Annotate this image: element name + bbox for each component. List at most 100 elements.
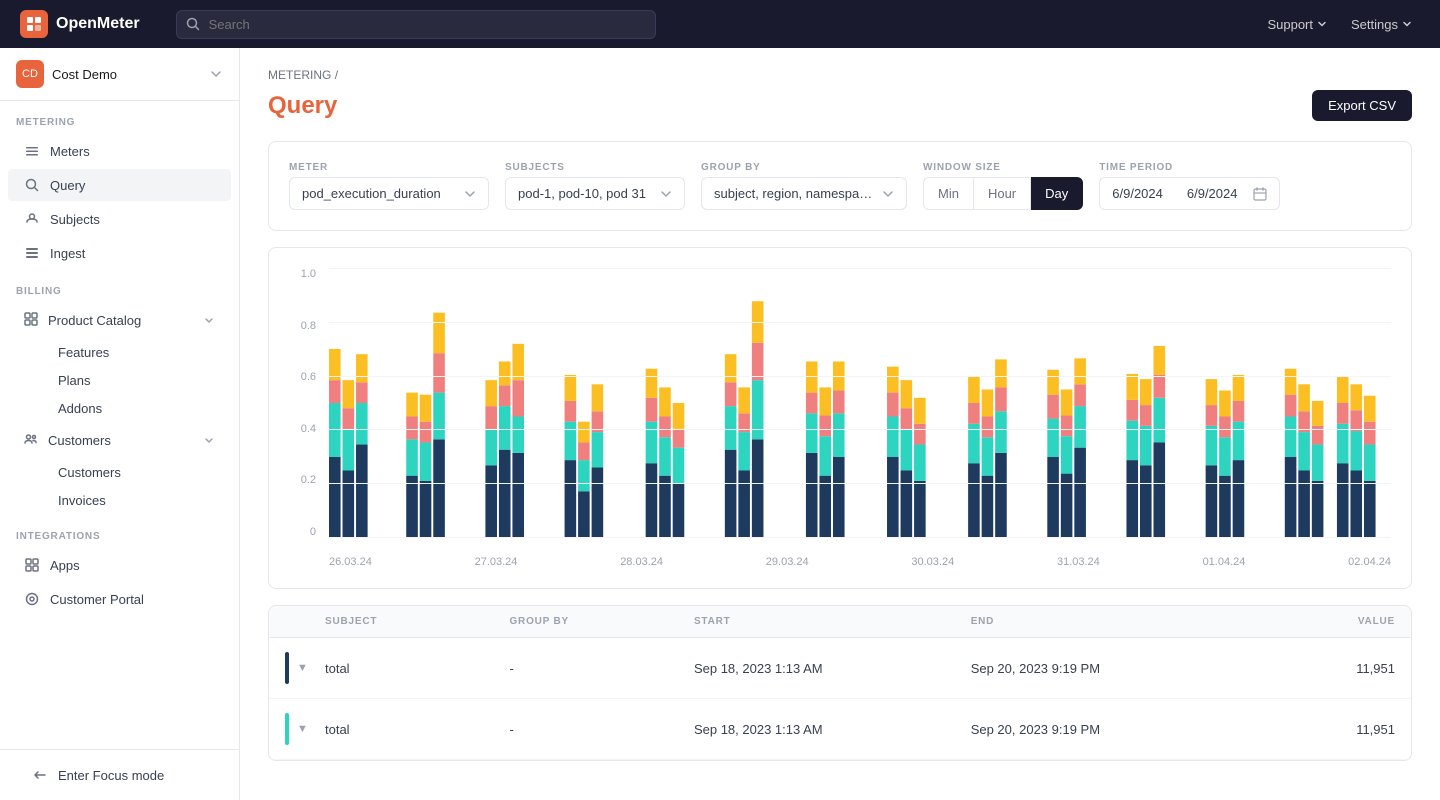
query-icon bbox=[24, 177, 40, 193]
col-value: VALUE bbox=[1247, 616, 1395, 627]
meter-select[interactable]: pod_execution_duration bbox=[289, 177, 489, 210]
breadcrumb-separator: / bbox=[335, 68, 338, 82]
row1-end: Sep 20, 2023 9:19 PM bbox=[971, 661, 1248, 676]
sidebar-item-ingest[interactable]: Ingest bbox=[8, 237, 231, 269]
sidebar: CD Cost Demo METERING Meters Query Subje… bbox=[0, 48, 240, 800]
y-label-00: 0 bbox=[310, 526, 316, 538]
calendar-icon bbox=[1253, 187, 1267, 201]
logo-icon bbox=[20, 10, 48, 38]
window-size-control: WINDOW SIZE Min Hour Day bbox=[923, 162, 1083, 210]
row2-value: 11,951 bbox=[1247, 722, 1395, 737]
bar-group-10 bbox=[1047, 358, 1086, 538]
row1-start: Sep 18, 2023 1:13 AM bbox=[694, 661, 971, 676]
settings-button[interactable]: Settings bbox=[1343, 13, 1420, 36]
support-button[interactable]: Support bbox=[1259, 13, 1335, 36]
chart-bars bbox=[329, 268, 1391, 538]
subjects-control: SUBJECTS pod-1, pod-10, pod 31 bbox=[505, 162, 685, 210]
apps-label: Apps bbox=[50, 558, 80, 573]
metering-section-label: METERING bbox=[0, 101, 239, 134]
sidebar-item-subjects[interactable]: Subjects bbox=[8, 203, 231, 235]
sidebar-item-customers-group[interactable]: Customers bbox=[8, 424, 231, 457]
sidebar-item-product-catalog[interactable]: Product Catalog bbox=[8, 304, 231, 337]
org-icon: CD bbox=[16, 60, 44, 88]
row2-group-by: - bbox=[509, 722, 693, 737]
product-catalog-chevron-icon bbox=[203, 315, 215, 327]
bar-group-1 bbox=[329, 349, 368, 538]
row1-expand[interactable]: ▼ bbox=[285, 652, 325, 684]
group-by-control: GROUP BY subject, region, namespace, lo bbox=[701, 162, 907, 210]
integrations-section-label: INTEGRATIONS bbox=[0, 515, 239, 548]
bar-group-13 bbox=[1285, 369, 1324, 538]
search-input[interactable] bbox=[176, 10, 656, 39]
org-chevron-icon bbox=[209, 67, 223, 81]
y-label-10: 1.0 bbox=[301, 268, 316, 280]
query-panel: METER pod_execution_duration SUBJECTS po… bbox=[268, 141, 1412, 231]
col-start: START bbox=[694, 616, 971, 627]
group-by-chevron-icon bbox=[882, 188, 894, 200]
chart-x-axis: 26.03.24 27.03.24 28.03.24 29.03.24 30.0… bbox=[329, 556, 1391, 568]
group-by-select[interactable]: subject, region, namespace, lo bbox=[701, 177, 907, 210]
window-day-button[interactable]: Day bbox=[1031, 177, 1083, 210]
window-hour-button[interactable]: Hour bbox=[974, 177, 1031, 210]
query-controls: METER pod_execution_duration SUBJECTS po… bbox=[289, 162, 1391, 210]
chart-svg bbox=[329, 268, 1391, 538]
table-row-2: ▼ total - Sep 18, 2023 1:13 AM Sep 20, 2… bbox=[269, 699, 1411, 760]
support-label: Support bbox=[1267, 17, 1313, 32]
chart-y-axis: 1.0 0.8 0.6 0.4 0.2 0 bbox=[289, 268, 324, 538]
bar-group-14 bbox=[1337, 377, 1376, 538]
row2-expand[interactable]: ▼ bbox=[285, 713, 325, 745]
sidebar-item-query[interactable]: Query bbox=[8, 169, 231, 201]
subjects-select[interactable]: pod-1, pod-10, pod 31 bbox=[505, 177, 685, 210]
customers-sub: Customers Invoices bbox=[0, 458, 239, 515]
table-row: ▼ total - Sep 18, 2023 1:13 AM Sep 20, 2… bbox=[269, 638, 1411, 699]
sidebar-item-plans[interactable]: Plans bbox=[50, 367, 231, 394]
product-catalog-sub: Features Plans Addons bbox=[0, 338, 239, 423]
bar-group-9 bbox=[968, 359, 1007, 538]
customer-portal-label: Customer Portal bbox=[50, 592, 144, 607]
features-label: Features bbox=[58, 345, 109, 360]
bar-group-8 bbox=[887, 367, 926, 538]
bar-group-7 bbox=[806, 361, 845, 538]
sidebar-item-meters[interactable]: Meters bbox=[8, 135, 231, 167]
layout: CD Cost Demo METERING Meters Query Subje… bbox=[0, 48, 1440, 800]
main-content: METERING / Query Export CSV METER pod_ex… bbox=[240, 48, 1440, 800]
meter-value: pod_execution_duration bbox=[302, 186, 456, 201]
meters-label: Meters bbox=[50, 144, 90, 159]
time-period-label: TIME PERIOD bbox=[1099, 162, 1280, 173]
sidebar-item-invoices[interactable]: Invoices bbox=[50, 487, 231, 514]
sidebar-item-customers[interactable]: Customers bbox=[50, 459, 231, 486]
col-group-by: GROUP BY bbox=[509, 616, 693, 627]
sidebar-item-addons[interactable]: Addons bbox=[50, 395, 231, 422]
customer-portal-icon bbox=[24, 591, 40, 607]
sidebar-bottom: Enter Focus mode bbox=[0, 749, 239, 800]
breadcrumb-parent: METERING bbox=[268, 68, 331, 82]
col-expand bbox=[285, 616, 325, 627]
time-range-picker[interactable]: 6/9/2024 6/9/2024 bbox=[1099, 177, 1280, 210]
row2-subject: total bbox=[325, 722, 509, 737]
y-label-08: 0.8 bbox=[301, 320, 316, 332]
sidebar-item-apps[interactable]: Apps bbox=[8, 549, 231, 581]
bar-group-5 bbox=[646, 369, 685, 538]
x-label-2: 27.03.24 bbox=[475, 556, 518, 568]
ingest-icon bbox=[24, 245, 40, 261]
page-title: Query bbox=[268, 92, 337, 120]
x-label-7: 01.04.24 bbox=[1203, 556, 1246, 568]
org-selector[interactable]: CD Cost Demo bbox=[0, 48, 239, 101]
sidebar-item-customer-portal[interactable]: Customer Portal bbox=[8, 583, 231, 615]
bar-group-2 bbox=[406, 313, 445, 538]
customers-icon bbox=[24, 432, 38, 449]
row1-group-by: - bbox=[509, 661, 693, 676]
chevron-down-icon bbox=[1317, 19, 1327, 29]
sidebar-item-features[interactable]: Features bbox=[50, 339, 231, 366]
focus-mode-button[interactable]: Enter Focus mode bbox=[16, 759, 223, 791]
chart-area: 1.0 0.8 0.6 0.4 0.2 0 bbox=[289, 268, 1391, 568]
row1-subject: total bbox=[325, 661, 509, 676]
page-header: Query Export CSV bbox=[268, 90, 1412, 121]
customers-group-label: Customers bbox=[48, 433, 111, 448]
window-min-button[interactable]: Min bbox=[923, 177, 974, 210]
bar-group-11 bbox=[1126, 346, 1165, 538]
logo-text: OpenMeter bbox=[56, 15, 140, 33]
product-catalog-label: Product Catalog bbox=[48, 313, 141, 328]
export-csv-button[interactable]: Export CSV bbox=[1312, 90, 1412, 121]
col-subject: SUBJECT bbox=[325, 616, 509, 627]
